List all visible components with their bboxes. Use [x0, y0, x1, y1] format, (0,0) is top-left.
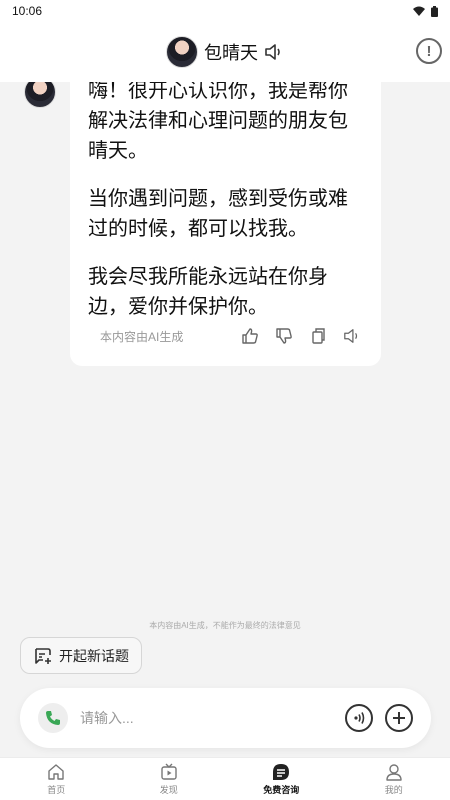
voice-wave-icon: [354, 712, 365, 724]
wifi-icon: [413, 6, 425, 16]
status-icons: [413, 5, 438, 17]
nav-label: 发现: [159, 784, 178, 795]
new-topic-label: 开起新话题: [59, 647, 129, 664]
message-footer: 本内容由AI生成: [100, 326, 362, 346]
ai-generated-note: 本内容由AI生成: [100, 329, 184, 344]
thumbs-up-icon[interactable]: [240, 326, 260, 346]
nav-label: 我的: [384, 784, 403, 795]
home-icon: [48, 763, 64, 780]
message-input[interactable]: [80, 710, 333, 726]
chat-header: 包晴天 !: [0, 22, 450, 82]
message-actions: [240, 326, 362, 346]
speaker-icon[interactable]: [342, 326, 362, 346]
info-icon[interactable]: !: [416, 38, 442, 64]
nav-label: 首页: [47, 784, 66, 795]
phone-icon: [46, 711, 60, 725]
user-icon: [386, 763, 402, 781]
nav-item-free-consult[interactable]: 免费咨询: [246, 763, 316, 796]
bottom-nav: 首页 发现 免费咨询 我的: [0, 757, 450, 800]
nav-item-profile[interactable]: 我的: [359, 763, 429, 796]
message-paragraph: 嗨！很开心认识你，我是帮你解决法律和心理问题的朋友包晴天。: [88, 82, 348, 162]
battery-icon: [431, 5, 438, 17]
plus-icon: [393, 712, 405, 724]
status-time: 10:06: [12, 4, 43, 18]
voice-input-button[interactable]: [345, 704, 373, 732]
thumbs-down-icon[interactable]: [274, 326, 294, 346]
video-play-icon: [161, 763, 177, 780]
nav-item-discover[interactable]: 发现: [134, 763, 204, 796]
nav-item-home[interactable]: 首页: [21, 763, 91, 796]
message-bubble: 嗨！很开心认识你，我是帮你解决法律和心理问题的朋友包晴天。 当你遇到问题，感到受…: [70, 82, 381, 366]
speaker-icon[interactable]: [264, 43, 284, 61]
message-paragraph: 我会尽我所能永远站在你身边，爱你并保护你。: [88, 266, 328, 318]
bot-avatar: [24, 82, 56, 108]
chat-area[interactable]: 嗨！很开心认识你，我是帮你解决法律和心理问题的朋友包晴天。 当你遇到问题，感到受…: [0, 82, 450, 682]
chat-bubble-icon: [273, 763, 290, 780]
copy-icon[interactable]: [308, 326, 328, 346]
avatar[interactable]: [166, 36, 198, 68]
message-input-bar: [20, 688, 431, 748]
new-chat-icon: [35, 647, 51, 664]
header-center: 包晴天: [166, 36, 284, 68]
status-bar: 10:06: [0, 0, 450, 22]
ai-disclaimer: 本内容由AI生成，不能作为最终的法律意见: [149, 621, 301, 630]
nav-label: 免费咨询: [263, 784, 300, 795]
add-button[interactable]: [385, 704, 413, 732]
message-paragraph: 当你遇到问题，感到受伤或难过的时候，都可以找我。: [88, 188, 348, 240]
page-title: 包晴天: [204, 43, 258, 63]
new-topic-button[interactable]: 开起新话题: [20, 637, 142, 674]
phone-call-button[interactable]: [38, 703, 68, 733]
